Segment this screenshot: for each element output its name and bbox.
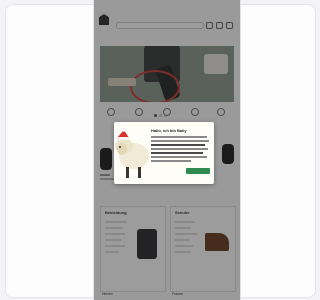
modal-text-line bbox=[151, 140, 209, 142]
modal-text-line bbox=[151, 160, 191, 162]
modal-text-line bbox=[151, 148, 208, 150]
modal-text-line bbox=[151, 136, 207, 138]
sheep-mascot-icon bbox=[115, 128, 149, 178]
modal-text-line bbox=[151, 152, 203, 154]
modal-title: Hallo, ich bin Baily bbox=[151, 128, 187, 133]
modal-text-line bbox=[151, 156, 207, 158]
welcome-modal: Hallo, ich bin Baily bbox=[114, 122, 214, 184]
accept-button[interactable] bbox=[186, 168, 210, 174]
modal-text-line bbox=[151, 144, 205, 146]
mobile-page: Bekleidung Schuhe Herren Frauen Hallo, i… bbox=[94, 0, 240, 300]
